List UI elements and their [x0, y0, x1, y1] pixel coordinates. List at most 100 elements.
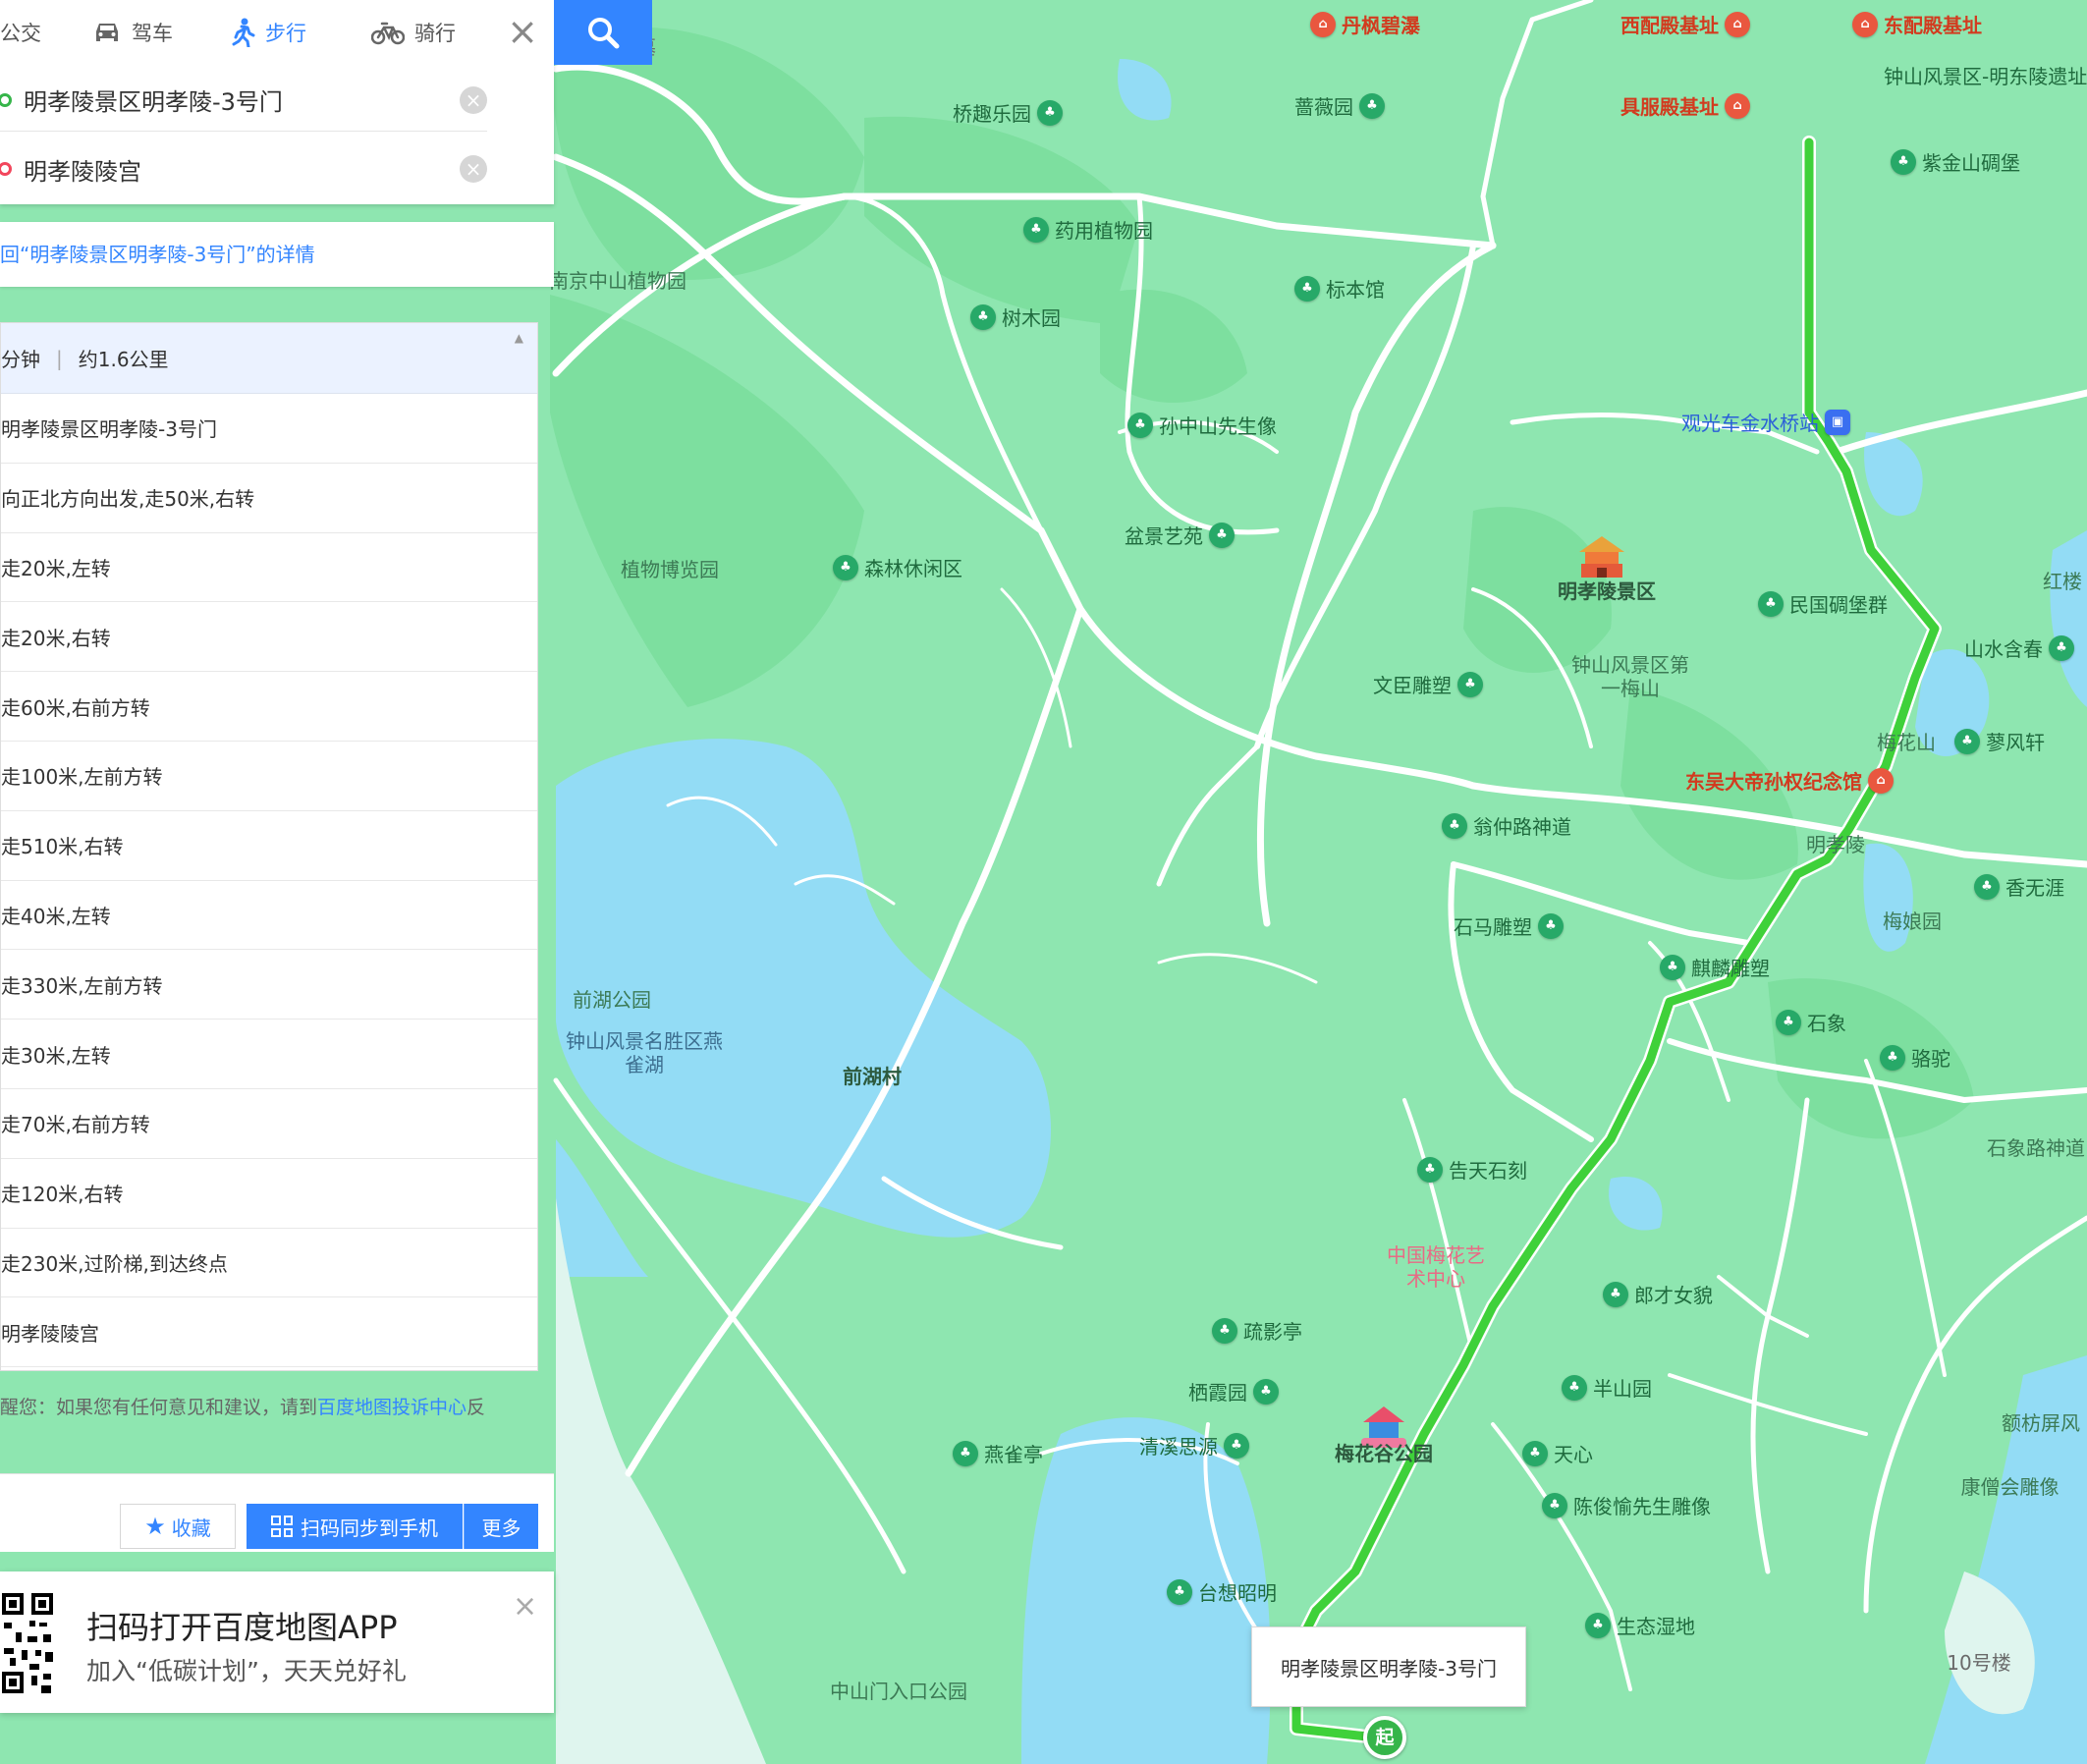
step-text: 走230米,过阶梯,到达终点	[1, 1251, 228, 1276]
step-row[interactable]: 走330米,左前方转	[1, 950, 537, 1020]
map-poi[interactable]: ♣ 台想昭明	[1167, 1577, 1277, 1606]
end-field[interactable]: 明孝陵陵宫 ×	[0, 138, 487, 200]
area-label: 明孝陵	[1806, 833, 1865, 856]
park-icon: ♣	[1562, 1374, 1587, 1401]
step-row[interactable]: 走510米,右转	[1, 811, 537, 881]
map-poi[interactable]: ♣ 紫金山碉堡	[1891, 147, 2020, 176]
park-icon: ♣	[1037, 99, 1063, 126]
step-row[interactable]: 明孝陵景区明孝陵-3号门	[1, 394, 537, 464]
map-poi[interactable]: ♣ 天心	[1522, 1439, 1593, 1467]
map-poi[interactable]: ♣ 告天石刻	[1417, 1155, 1527, 1184]
promo-subtitle: 加入“低碳计划”，天天兑好礼	[86, 1657, 407, 1685]
poi-name: 栖霞园	[1188, 1381, 1247, 1405]
step-row[interactable]: 走30米,左转	[1, 1020, 537, 1089]
more-label: 更多	[481, 1516, 522, 1540]
more-button[interactable]: 更多	[464, 1504, 538, 1549]
step-row[interactable]: 走100米,左前方转	[1, 742, 537, 811]
map-poi[interactable]: ⌂ 具服殿基址	[1620, 91, 1750, 120]
tab-drive[interactable]: 驾车	[92, 18, 173, 47]
close-promo-button[interactable]: ×	[513, 1589, 537, 1624]
tab-walk[interactable]: 步行	[232, 18, 306, 47]
step-row[interactable]: 走120米,右转	[1, 1159, 537, 1229]
poi-name: 台想昭明	[1198, 1581, 1277, 1605]
map-poi[interactable]: ♣ 生态湿地	[1585, 1611, 1695, 1639]
map-poi[interactable]: ♣ 孙中山先生像	[1127, 411, 1277, 439]
map-poi[interactable]: ♣ 民国碉堡群	[1758, 589, 1888, 618]
map-poi[interactable]: ♣钟山风景区-明东陵遗址公园	[1884, 61, 2087, 89]
complaint-center-link[interactable]: 百度地图投诉中心	[317, 1397, 467, 1418]
map-poi[interactable]: ⌂ 东配殿基址	[1852, 10, 1982, 38]
poi-name: 钟山风景区-明东陵遗址公园	[1884, 65, 2087, 88]
map-poi[interactable]: ♣ 陈俊愉先生雕像	[1542, 1491, 1711, 1519]
map-poi[interactable]: ♣ 香无涯	[1974, 872, 2064, 901]
tab-bus[interactable]: 公交	[0, 18, 41, 47]
step-row[interactable]: 走20米,左转	[1, 533, 537, 603]
park-icon: ♣	[1776, 1009, 1801, 1035]
step-row[interactable]: 向正北方向出发,走50米,右转	[1, 464, 537, 533]
map-poi[interactable]: ♣ 骆驼	[1880, 1043, 1950, 1072]
map-poi[interactable]: ♣ 栖霞园	[1188, 1377, 1279, 1406]
map-poi[interactable]: ♣ 半山园	[1562, 1373, 1652, 1402]
step-row[interactable]: 走60米,右前方转	[1, 672, 537, 742]
back-to-detail-link[interactable]: 回“明孝陵景区明孝陵-3号门”的详情	[0, 222, 554, 287]
clear-start-button[interactable]: ×	[460, 85, 487, 114]
step-row[interactable]: 走40米,左转	[1, 881, 537, 951]
travel-mode-tabs: 公交 驾车 步行 骑行	[0, 0, 491, 65]
poi-name: 天心	[1554, 1443, 1593, 1466]
car-icon	[96, 24, 118, 41]
route-summary[interactable]: 分钟 | 约1.6公里 ▲	[1, 323, 537, 394]
area-label: 前湖公园	[573, 988, 651, 1012]
search-button[interactable]	[554, 0, 652, 65]
poi-name: 孙中山先生像	[1159, 414, 1277, 438]
poi-name: 翁仲路神道	[1473, 815, 1571, 839]
poi-name: 标本馆	[1326, 278, 1385, 302]
clear-end-button[interactable]: ×	[460, 155, 487, 183]
start-marker[interactable]: 起	[1363, 1716, 1406, 1759]
map-poi[interactable]: ♣ 文臣雕塑	[1373, 670, 1483, 698]
map-poi[interactable]: ♣ 麒麟雕塑	[1660, 953, 1770, 981]
map-poi[interactable]: ♣ 疏影亭	[1212, 1316, 1302, 1345]
tab-ride[interactable]: 骑行	[371, 18, 456, 47]
map-poi[interactable]: ♣ 石象	[1776, 1008, 1846, 1036]
step-row[interactable]: 走230米,过阶梯,到达终点	[1, 1229, 537, 1298]
map-poi[interactable]: ♣ 盆景艺苑	[1125, 521, 1235, 549]
poi-name: 西配殿基址	[1620, 14, 1719, 37]
step-row[interactable]: 走70米,右前方转	[1, 1089, 537, 1159]
area-label: 中国梅花艺术中心	[1387, 1243, 1485, 1291]
map-poi[interactable]: ♣ 蓼风轩	[1954, 727, 2045, 755]
map-poi[interactable]: ♣ 燕雀亭	[953, 1439, 1043, 1467]
map-poi[interactable]: ♣ 森林休闲区	[833, 553, 962, 581]
qr-small-icon	[271, 1516, 293, 1537]
collapse-caret-icon[interactable]: ▲	[515, 331, 523, 345]
map-poi[interactable]: ⌂ 东吴大帝孙权纪念馆	[1685, 766, 1894, 795]
map-poi[interactable]: ▣ 观光车金水桥站	[1681, 408, 1850, 436]
map-poi[interactable]: ⌂ 丹枫碧瀑	[1310, 10, 1420, 38]
map-poi[interactable]: ♣ 桥趣乐园	[953, 98, 1063, 127]
step-text: 走20米,左转	[1, 556, 111, 580]
map-poi[interactable]: ♣ 树木园	[970, 303, 1061, 331]
step-text: 明孝陵景区明孝陵-3号门	[1, 417, 217, 442]
map-poi[interactable]: ♣ 石马雕塑	[1454, 911, 1564, 940]
favorite-label: 收藏	[171, 1516, 211, 1540]
step-row[interactable]: 明孝陵陵宫	[1, 1297, 537, 1368]
map-poi[interactable]: ⌂ 西配殿基址	[1620, 10, 1750, 38]
start-field[interactable]: 明孝陵景区明孝陵-3号门 ×	[0, 69, 487, 132]
step-row[interactable]: 走20米,右转	[1, 602, 537, 673]
map-poi[interactable]: ♣ 翁仲路神道	[1442, 811, 1571, 840]
poi-name: 紫金山碉堡	[1922, 151, 2020, 175]
route-search-card: 公交 驾车 步行 骑行 × 明孝陵景区明孝陵-3号门 × 明孝陵陵宫 ×	[0, 0, 554, 204]
map-poi[interactable]: ♣ 郎才女貌	[1603, 1280, 1713, 1308]
park-icon: ♣	[1212, 1317, 1237, 1344]
map-poi[interactable]: ♣ 清溪思源	[1139, 1431, 1249, 1460]
sync-to-phone-button[interactable]: 扫码同步到手机	[247, 1504, 463, 1549]
park-icon: ♣	[1758, 590, 1784, 617]
map-poi[interactable]: ♣ 蔷薇园	[1294, 91, 1385, 120]
favorite-button[interactable]: ★ 收藏	[120, 1504, 236, 1549]
close-route-button[interactable]: ×	[505, 13, 540, 50]
poi-name: 生态湿地	[1617, 1615, 1695, 1638]
map-poi[interactable]: ♣ 药用植物园	[1023, 215, 1153, 244]
map-poi[interactable]: ♣ 标本馆	[1294, 274, 1385, 303]
map-poi[interactable]: ♣ 山水含春	[1964, 634, 2074, 662]
park-icon: ♣	[1880, 1044, 1905, 1071]
poi-name: 观光车金水桥站	[1681, 412, 1819, 435]
